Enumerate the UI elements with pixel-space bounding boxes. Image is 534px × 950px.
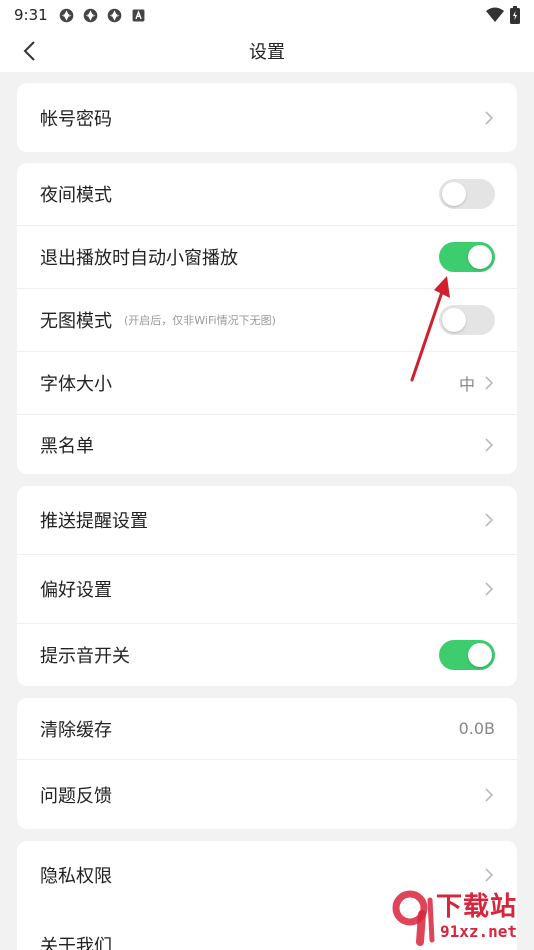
account-password-row[interactable]: 帐号密码 [17,83,517,152]
no-image-mode-label: 无图模式 [40,311,112,332]
app-notification-icon [59,8,73,22]
push-settings-row[interactable]: 推送提醒设置 [17,486,517,554]
preferences-row[interactable]: 偏好设置 [17,555,517,623]
notification-icons [58,7,147,24]
feedback-label: 问题反馈 [40,785,112,807]
account-card: 帐号密码 [17,83,517,152]
wifi-icon [486,7,504,22]
chevron-right-icon [485,376,494,390]
page-title: 设置 [249,42,285,63]
night-mode-row: 夜间模式 [17,163,517,225]
storage-card: 清除缓存 0.0B 问题反馈 [17,698,517,829]
privacy-label: 隐私权限 [40,866,112,887]
annotation-arrow-icon [410,276,450,382]
account-password-label: 帐号密码 [40,108,112,130]
chevron-right-icon [485,868,494,882]
a-notification-icon [132,9,145,21]
chevron-right-icon [485,513,494,527]
night-mode-toggle[interactable] [439,179,495,209]
no-image-mode-hint: (开启后，仅非WiFi情况下无图) [124,314,276,327]
chevron-right-icon [485,110,494,125]
watermark-logo-icon [392,890,435,946]
back-button[interactable] [14,36,44,66]
notifications-card: 推送提醒设置 偏好设置 提示音开关 [17,486,517,686]
auto-mini-window-label: 退出播放时自动小窗播放 [40,248,238,269]
back-arrow-icon [23,41,35,61]
blacklist-row[interactable]: 黑名单 [17,415,517,474]
sound-toggle-row: 提示音开关 [17,624,517,686]
font-size-value: 中 [458,375,475,394]
app-notification-icon [107,8,121,22]
toggle-knob [442,182,466,206]
auto-mini-window-toggle[interactable] [439,242,495,272]
chevron-right-icon [485,437,494,452]
status-bar: 9:31 [0,0,534,30]
chevron-right-icon [485,787,494,802]
font-size-label: 字体大小 [40,374,112,395]
clear-cache-row[interactable]: 清除缓存 0.0B [17,698,517,759]
clear-cache-label: 清除缓存 [40,719,112,741]
sound-toggle[interactable] [439,640,495,670]
app-notification-icon [83,8,97,22]
status-time: 9:31 [14,6,48,24]
cache-size-value: 0.0B [458,719,495,738]
preferences-label: 偏好设置 [40,580,112,601]
sound-toggle-label: 提示音开关 [40,646,130,667]
watermark-brand: 下载站 [436,892,518,922]
watermark: 下载站 91xz.net [392,886,532,948]
push-settings-label: 推送提醒设置 [40,511,148,532]
blacklist-label: 黑名单 [40,435,94,457]
watermark-domain: 91xz.net [440,922,518,941]
toggle-knob [468,643,492,667]
about-us-label: 关于我们 [40,936,112,950]
night-mode-label: 夜间模式 [40,185,112,206]
app-bar: 设置 [0,30,534,72]
status-right-icons [486,6,520,24]
chevron-right-icon [485,582,494,596]
toggle-knob [468,245,492,269]
battery-icon [510,6,520,24]
feedback-row[interactable]: 问题反馈 [17,760,517,829]
